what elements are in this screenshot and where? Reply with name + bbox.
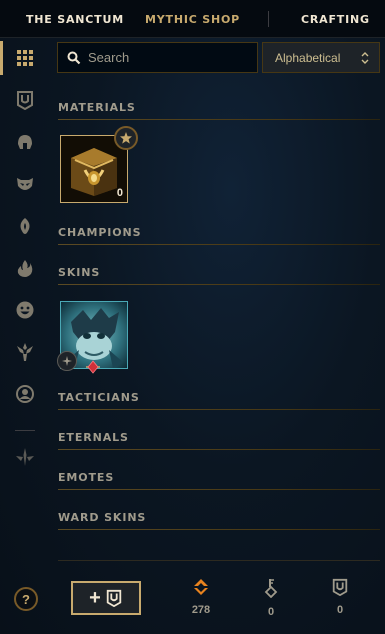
section-divider (58, 119, 380, 120)
chest-value: 0 (336, 604, 344, 616)
currency-orange-essence: 278 (181, 578, 221, 616)
grid-icon (17, 50, 33, 66)
sidebar-item-eternals[interactable] (14, 341, 36, 363)
sidebar-item-all[interactable] (14, 47, 36, 69)
item-count: 0 (116, 187, 123, 199)
section-title-tacticians: TACTICIANS (58, 391, 140, 404)
red-gem-icon (86, 360, 100, 374)
sidebar-item-wards[interactable] (14, 215, 36, 237)
top-nav: THE SANCTUM MYTHIC SHOP CRAFTING (0, 0, 385, 38)
section-divider (58, 529, 380, 530)
help-button[interactable]: ? (14, 587, 38, 611)
section-divider (58, 244, 380, 245)
section-divider (58, 449, 380, 450)
tft-icon (16, 448, 34, 466)
background (0, 0, 385, 634)
section-title-materials: MATERIALS (58, 101, 136, 114)
updown-chevron-icon (361, 52, 369, 64)
skin-tier-badge (57, 351, 77, 371)
key-icon (264, 579, 278, 598)
search-input[interactable] (88, 50, 248, 65)
tab-mythic-shop[interactable]: MYTHIC SHOP (145, 13, 240, 26)
sidebar-divider (15, 430, 35, 431)
tab-crafting[interactable]: CRAFTING (301, 13, 370, 26)
chest-icon (332, 578, 348, 596)
sort-dropdown[interactable]: Alphabetical (262, 42, 380, 73)
sidebar (0, 38, 50, 634)
section-divider (58, 489, 380, 490)
sidebar-item-emotes[interactable] (14, 299, 36, 321)
orange-essence-icon (194, 579, 208, 595)
sidebar-item-tft[interactable] (14, 446, 36, 468)
mastery-badge (114, 126, 138, 150)
star-icon (120, 132, 132, 144)
eternals-icon (17, 343, 33, 361)
flame-icon (17, 260, 33, 277)
sort-selected-value: Alphabetical (275, 50, 341, 65)
section-title-eternals: ETERNALS (58, 431, 129, 444)
profile-icon (16, 385, 34, 403)
emote-face-icon (16, 301, 34, 319)
currency-chests: 0 (320, 578, 360, 616)
key-value: 0 (267, 606, 275, 618)
tier-icon (62, 356, 72, 366)
currency-keys: 0 (251, 578, 291, 618)
helmet-icon (18, 135, 32, 149)
section-divider (58, 284, 380, 285)
section-divider (58, 409, 380, 410)
sidebar-item-champions[interactable] (14, 131, 36, 153)
sidebar-item-profile[interactable] (14, 383, 36, 405)
section-title-skins: SKINS (58, 266, 101, 279)
search-box[interactable] (57, 42, 258, 73)
chest-icon (17, 91, 33, 110)
sidebar-item-summoner-icons[interactable] (14, 257, 36, 279)
plus-label: + (89, 587, 101, 609)
sidebar-item-skins[interactable] (14, 173, 36, 195)
add-chest-button[interactable]: + (71, 581, 141, 615)
section-title-ward-skins: WARD SKINS (58, 511, 147, 524)
sidebar-active-indicator (0, 41, 3, 75)
tab-the-sanctum[interactable]: THE SANCTUM (26, 13, 124, 26)
search-icon (67, 51, 81, 64)
section-title-emotes: EMOTES (58, 471, 115, 484)
section-title-champions: CHAMPIONS (58, 226, 142, 239)
sidebar-item-materials[interactable] (14, 89, 36, 111)
orange-essence-value: 278 (191, 604, 211, 616)
footer-divider (58, 560, 380, 561)
mask-icon (17, 178, 33, 190)
chest-icon (106, 589, 122, 607)
nav-divider (268, 11, 269, 27)
ward-icon (20, 218, 30, 234)
